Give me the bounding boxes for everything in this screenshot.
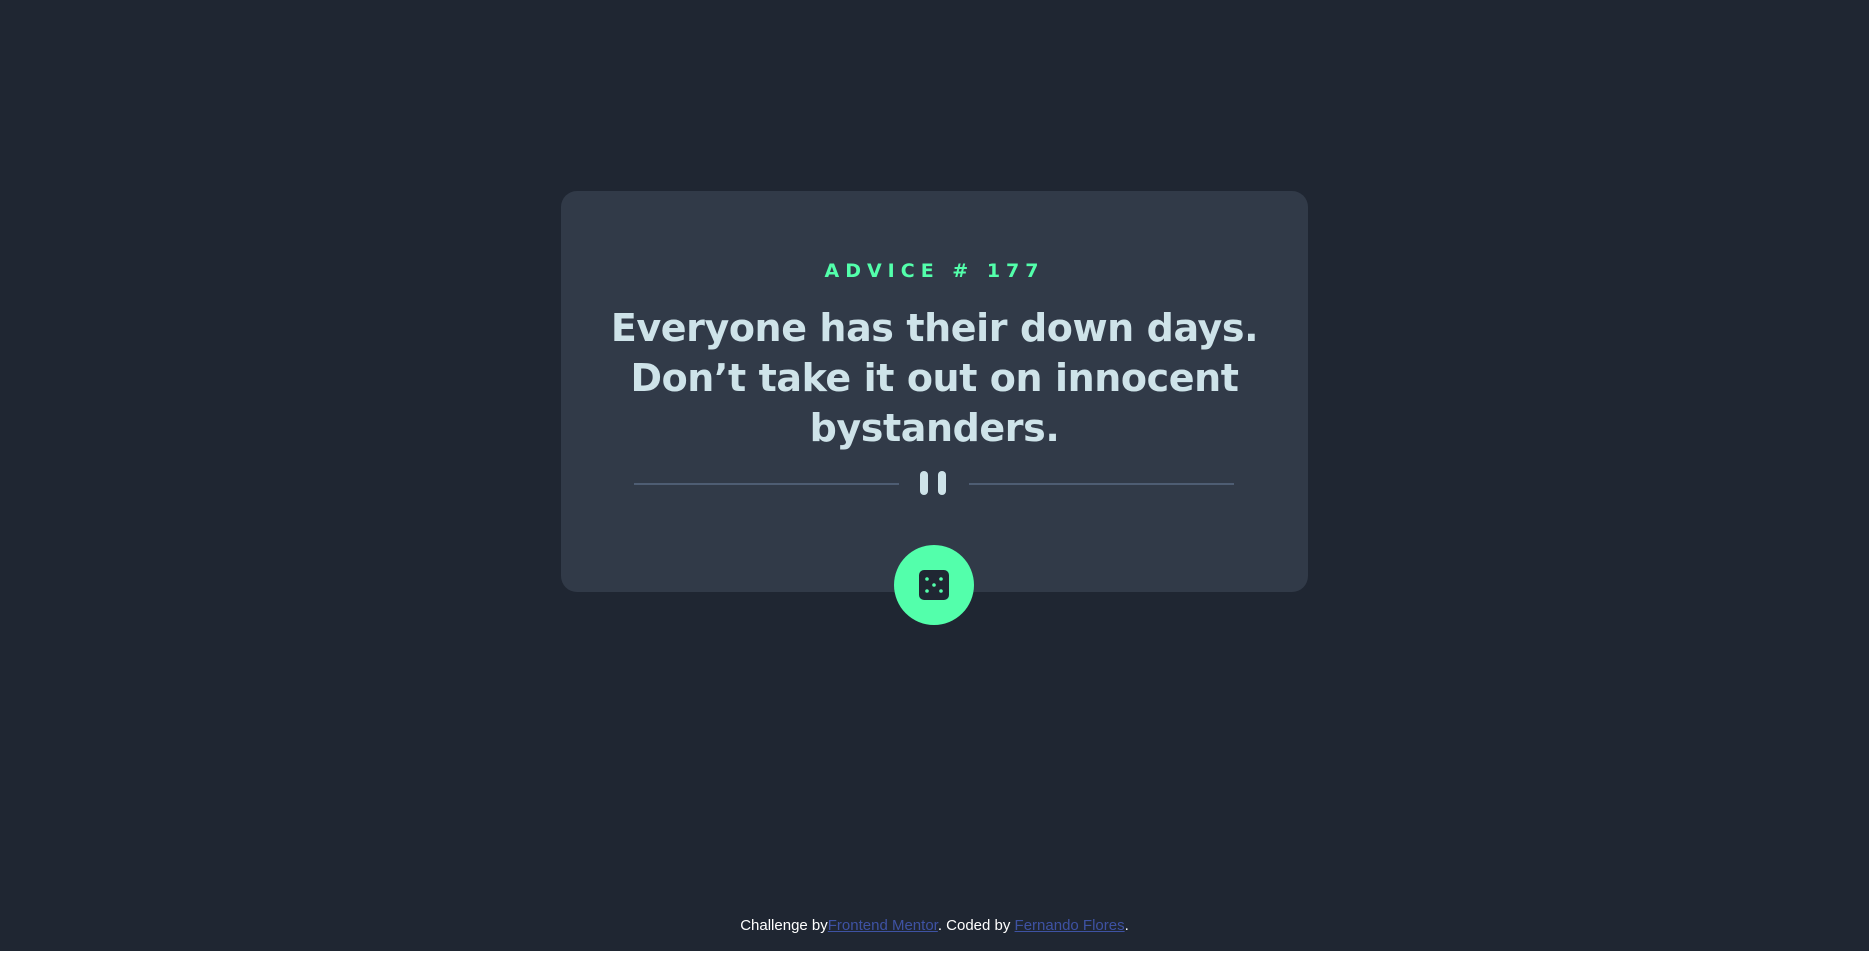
pattern-divider (634, 471, 1234, 497)
coded-by-text: . Coded by (937, 917, 1015, 934)
advice-number-heading: ADVICE # 177 (824, 259, 1045, 282)
attribution-footer: Challenge byFrontend Mentor. Coded by Fe… (0, 916, 1869, 936)
frontend-mentor-link[interactable]: Frontend Mentor (828, 917, 938, 934)
dice-icon (919, 570, 949, 600)
pause-icon (920, 471, 948, 495)
divider-line-left (634, 483, 899, 485)
pause-bar-left (920, 471, 928, 495)
author-link[interactable]: Fernando Flores (1015, 917, 1125, 934)
challenge-text: Challenge by (740, 917, 828, 934)
footer-period: . (1124, 917, 1129, 934)
advice-card: ADVICE # 177 Everyone has their down day… (561, 191, 1308, 592)
divider-line-right (969, 483, 1234, 485)
new-advice-button[interactable] (894, 545, 974, 625)
advice-quote: Everyone has their down days. Don’t take… (610, 306, 1259, 450)
pause-bar-right (938, 471, 946, 495)
page: ADVICE # 177 Everyone has their down day… (0, 0, 1869, 951)
